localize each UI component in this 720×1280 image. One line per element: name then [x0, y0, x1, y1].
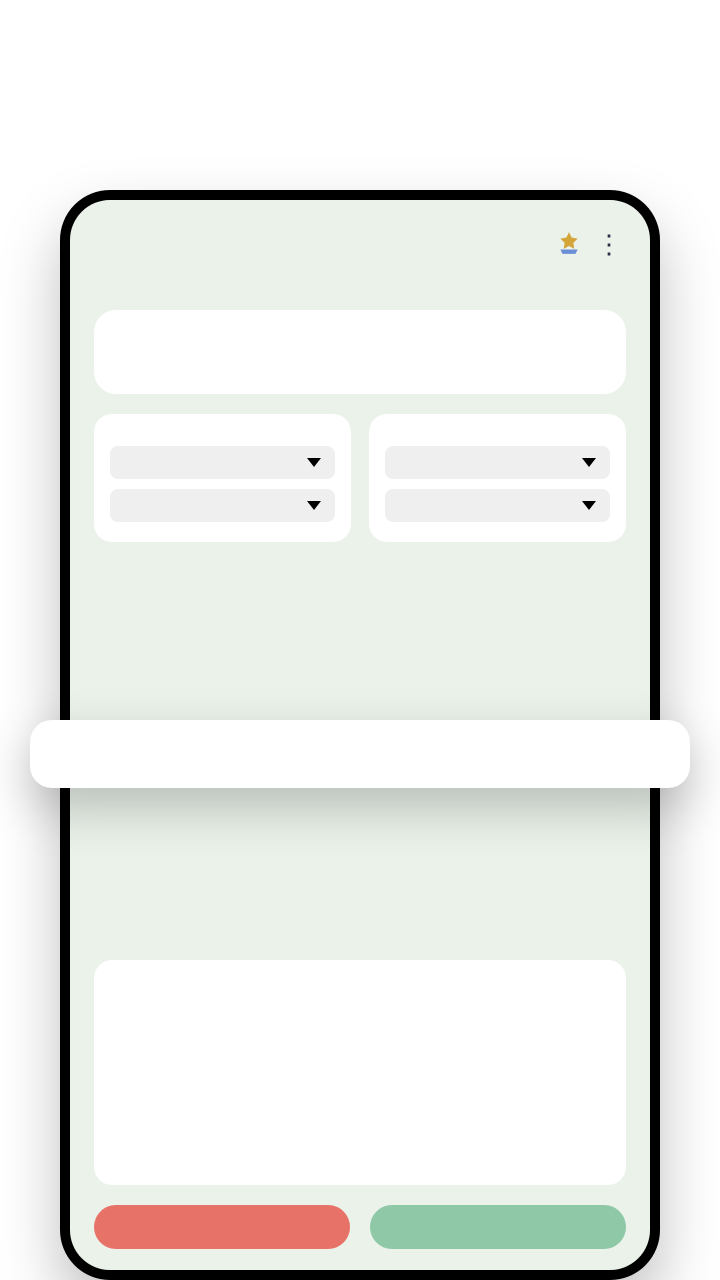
how-do-you-feel-panel — [30, 720, 690, 788]
chevron-down-icon — [307, 458, 321, 467]
chevron-down-icon — [582, 458, 596, 467]
comment-box — [94, 960, 626, 1185]
save-fast-button[interactable] — [370, 1205, 626, 1249]
end-date-dropdown[interactable] — [385, 446, 610, 479]
promo-title — [0, 0, 720, 40]
comment-input[interactable] — [114, 980, 606, 1165]
start-date-dropdown[interactable] — [110, 446, 335, 479]
action-buttons — [94, 1205, 626, 1249]
started-fasting-card — [94, 414, 351, 542]
target-time-block — [114, 358, 360, 366]
end-time-dropdown[interactable] — [385, 489, 610, 522]
chevron-down-icon — [307, 501, 321, 510]
achievement-badge-icon[interactable] — [556, 230, 582, 260]
fast-ending-card — [369, 414, 626, 542]
app-header: ⋮ — [90, 230, 630, 280]
chevron-down-icon — [582, 501, 596, 510]
more-menu-icon[interactable]: ⋮ — [596, 232, 622, 258]
header-actions: ⋮ — [556, 230, 622, 260]
actual-time-block — [360, 358, 606, 366]
datetime-row — [94, 414, 626, 542]
delete-fast-button[interactable] — [94, 1205, 350, 1249]
summary-card — [94, 310, 626, 394]
start-time-dropdown[interactable] — [110, 489, 335, 522]
